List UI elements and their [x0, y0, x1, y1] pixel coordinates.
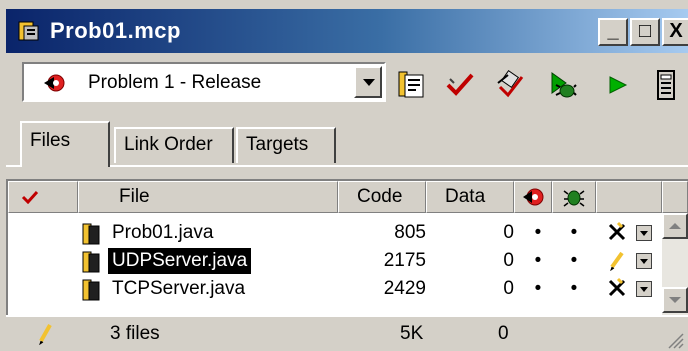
check-icon[interactable] [444, 69, 476, 101]
debug-flag[interactable]: • [528, 248, 548, 274]
status-bar: 3 files 5K 0 [6, 315, 688, 351]
java-file-icon [82, 223, 100, 245]
target-flag[interactable]: • [564, 220, 584, 246]
code-size: 805 [394, 222, 426, 243]
header-code[interactable]: Code [338, 181, 426, 213]
scroll-up-button[interactable] [662, 213, 688, 239]
target-icon [44, 74, 65, 92]
total-data-size: 0 [498, 323, 509, 344]
debug-target-icon [523, 188, 544, 206]
excluded-icon[interactable] [606, 277, 628, 299]
tab-link-order[interactable]: Link Order [114, 127, 234, 163]
code-size: 2429 [383, 278, 426, 299]
table-row[interactable]: UDPServer.java 2175 0 • • [8, 247, 662, 275]
debug-icon[interactable] [546, 69, 578, 101]
chevron-down-icon[interactable] [354, 66, 382, 98]
header-code-label: Code [357, 186, 403, 207]
file-menu-icon[interactable] [636, 281, 652, 297]
minimize-button[interactable]: _ [598, 18, 628, 46]
tab-bar: Files Link Order Targets [6, 117, 688, 167]
table-row[interactable]: TCPServer.java 2429 0 • • [8, 275, 662, 303]
header-debug[interactable] [514, 181, 552, 213]
data-size: 0 [503, 278, 514, 299]
file-menu-icon[interactable] [636, 225, 652, 241]
project-file-icon [18, 21, 39, 41]
target-label: Problem 1 - Release [88, 72, 262, 93]
file-name: TCPServer.java [112, 278, 246, 299]
target-flag[interactable]: • [564, 248, 584, 274]
file-table: File Code Data Prob01.java 805 0 • • UDP… [6, 179, 688, 315]
settings-icon[interactable] [396, 69, 428, 101]
device-icon[interactable] [650, 69, 682, 101]
tab-files[interactable]: Files [20, 121, 110, 167]
debug-flag[interactable]: • [528, 276, 548, 302]
chevron-down-icon [669, 297, 681, 303]
header-data[interactable]: Data [426, 181, 514, 213]
header-interfaces[interactable] [596, 181, 662, 213]
debug-flag[interactable]: • [528, 220, 548, 246]
scroll-down-button[interactable] [662, 287, 688, 313]
code-size: 2175 [383, 250, 426, 271]
table-row[interactable]: Prob01.java 805 0 • • [8, 219, 662, 247]
excluded-icon[interactable] [606, 221, 628, 243]
target-dropdown[interactable]: Problem 1 - Release [22, 62, 386, 102]
target-flag[interactable]: • [564, 276, 584, 302]
file-name: Prob01.java [112, 222, 214, 243]
table-header: File Code Data [8, 181, 662, 213]
file-name: UDPServer.java [108, 248, 252, 274]
file-menu-icon[interactable] [636, 253, 652, 269]
data-size: 0 [503, 250, 514, 271]
maximize-button[interactable]: □ [630, 18, 660, 46]
resize-grip-icon[interactable] [666, 331, 684, 349]
vertical-scrollbar[interactable] [662, 181, 688, 315]
compile-icon[interactable] [494, 69, 526, 101]
check-icon [21, 190, 39, 204]
data-size: 0 [503, 222, 514, 243]
header-touch-column[interactable] [8, 181, 78, 213]
java-file-icon [82, 251, 100, 273]
run-icon[interactable] [602, 69, 634, 101]
close-button[interactable]: X [662, 18, 688, 46]
title-bar[interactable]: Prob01.mcp _ □ X [6, 9, 688, 53]
header-file[interactable]: File [78, 181, 338, 213]
pencil-icon[interactable] [606, 249, 628, 271]
bug-icon [563, 190, 585, 207]
window-title: Prob01.mcp [50, 18, 181, 43]
toolbar: Problem 1 - Release [6, 53, 688, 117]
header-data-label: Data [445, 186, 486, 207]
pencil-icon [39, 324, 52, 345]
chevron-up-icon [669, 223, 681, 229]
header-file-label: File [119, 186, 150, 207]
project-window: Prob01.mcp _ □ X Problem 1 - Release Fil… [0, 0, 688, 351]
total-code-size: 5K [400, 323, 424, 344]
header-target[interactable] [552, 181, 596, 213]
java-file-icon [82, 279, 100, 301]
scroll-corner [662, 181, 688, 213]
tab-targets[interactable]: Targets [236, 127, 336, 163]
file-count: 3 files [110, 323, 160, 344]
